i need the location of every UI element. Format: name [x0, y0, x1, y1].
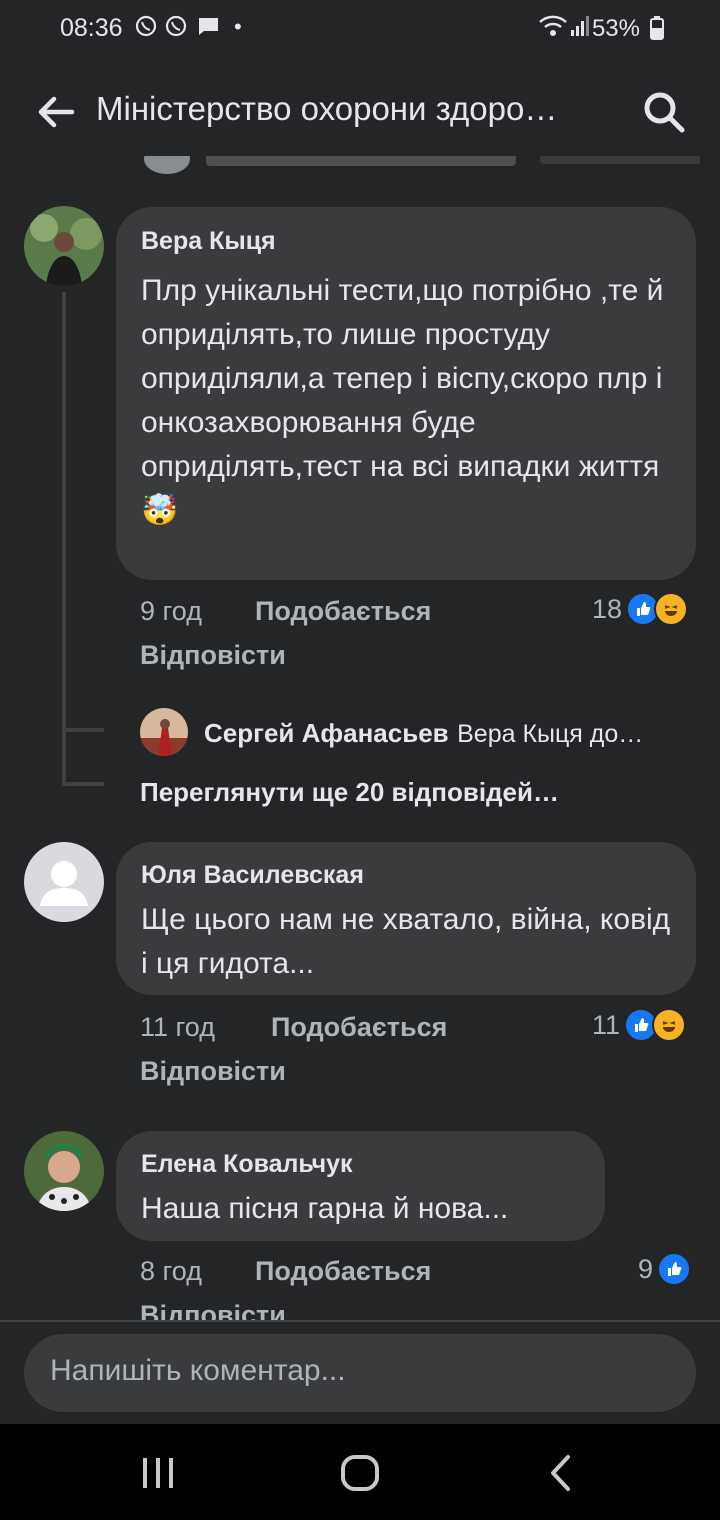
- reaction-summary[interactable]: 9: [638, 1252, 692, 1286]
- comment-text: Ще цього нам не хватало, війна, ковід і …: [141, 903, 671, 980]
- system-navigation-bar: [0, 1424, 720, 1520]
- thread-branch: [62, 782, 104, 786]
- haha-reaction-icon: [654, 592, 689, 626]
- like-button[interactable]: Подобається: [255, 596, 431, 627]
- viber-icon: [134, 14, 158, 44]
- reaction-summary[interactable]: 18: [592, 592, 689, 626]
- back-arrow-icon[interactable]: [32, 88, 80, 136]
- reply-preview[interactable]: Сергей Афанасьев Вера Кыця до…: [204, 718, 704, 749]
- reply-author: Сергей Афанасьев: [204, 718, 449, 748]
- status-time: 08:36: [60, 14, 123, 42]
- reaction-count: 11: [592, 1009, 621, 1040]
- reply-button[interactable]: Відповісти: [140, 640, 286, 671]
- avatar[interactable]: [140, 708, 188, 756]
- wifi-icon: [538, 14, 568, 44]
- page-title: Міністерство охорони здоро…: [96, 90, 558, 127]
- comment-input[interactable]: Напишіть коментар...: [24, 1334, 696, 1412]
- comment-author[interactable]: Вера Кыця: [141, 227, 276, 256]
- comment-time: 8 год: [140, 1256, 202, 1286]
- comment-input-placeholder: Напишіть коментар...: [50, 1354, 346, 1387]
- reply-button-clipped[interactable]: Відповісти: [140, 1300, 286, 1320]
- comment-time: 11 год: [140, 1012, 215, 1042]
- battery-icon: [650, 16, 664, 45]
- default-avatar-icon[interactable]: [24, 842, 104, 922]
- reply-button[interactable]: Відповісти: [140, 1300, 286, 1320]
- message-icon: [196, 14, 220, 44]
- reply-button[interactable]: Відповісти: [140, 1056, 286, 1087]
- comment-author[interactable]: Елена Ковальчук: [141, 1150, 353, 1179]
- reaction-count: 9: [638, 1253, 654, 1284]
- comment-bubble[interactable]: Елена Ковальчук Наша пісня гарна й нова.…: [116, 1131, 605, 1241]
- signal-icon: [570, 14, 590, 44]
- thread-line: [62, 292, 66, 786]
- recent-apps-icon[interactable]: [140, 1456, 176, 1495]
- reaction-summary[interactable]: 11: [592, 1008, 687, 1042]
- battery-percent: 53%: [591, 15, 640, 42]
- like-reaction-icon: [657, 1252, 692, 1286]
- comment-bubble[interactable]: Юля Василевская Ще цього нам не хватало,…: [116, 842, 696, 995]
- viber-icon: [164, 14, 188, 44]
- like-button[interactable]: Подобається: [255, 1256, 431, 1287]
- notification-dot-icon: •: [234, 14, 242, 39]
- haha-reaction-icon: [652, 1008, 687, 1042]
- exploding-head-emoji: 🤯: [141, 494, 179, 527]
- comment-text: Плр унікальні тести,що потрібно ,те й оп…: [141, 269, 676, 533]
- comment-author[interactable]: Юля Василевская: [141, 861, 364, 890]
- top-app-bar: Міністерство охорони здоро…: [0, 70, 720, 154]
- avatar[interactable]: [24, 206, 104, 286]
- clipped-previous-reply: [140, 156, 700, 176]
- back-nav-icon[interactable]: [548, 1454, 574, 1497]
- like-button[interactable]: Подобається: [271, 1012, 447, 1043]
- reply-snippet: Вера Кыця до…: [457, 720, 644, 748]
- avatar[interactable]: [24, 1131, 104, 1211]
- status-bar: 08:36 • 53%: [0, 0, 720, 60]
- comment-text: Наша пісня гарна й нова...: [141, 1192, 509, 1225]
- view-more-replies-link[interactable]: Переглянути ще 20 відповідей…: [140, 777, 559, 808]
- reaction-count: 18: [592, 593, 623, 624]
- comment-time: 9 год: [140, 596, 202, 626]
- search-icon[interactable]: [640, 88, 688, 136]
- home-icon[interactable]: [340, 1454, 380, 1497]
- comment-text-body: Плр унікальні тести,що потрібно ,те й оп…: [141, 274, 664, 483]
- comment-bubble[interactable]: Вера Кыця Плр унікальні тести,що потрібн…: [116, 207, 696, 580]
- thread-branch: [62, 728, 104, 732]
